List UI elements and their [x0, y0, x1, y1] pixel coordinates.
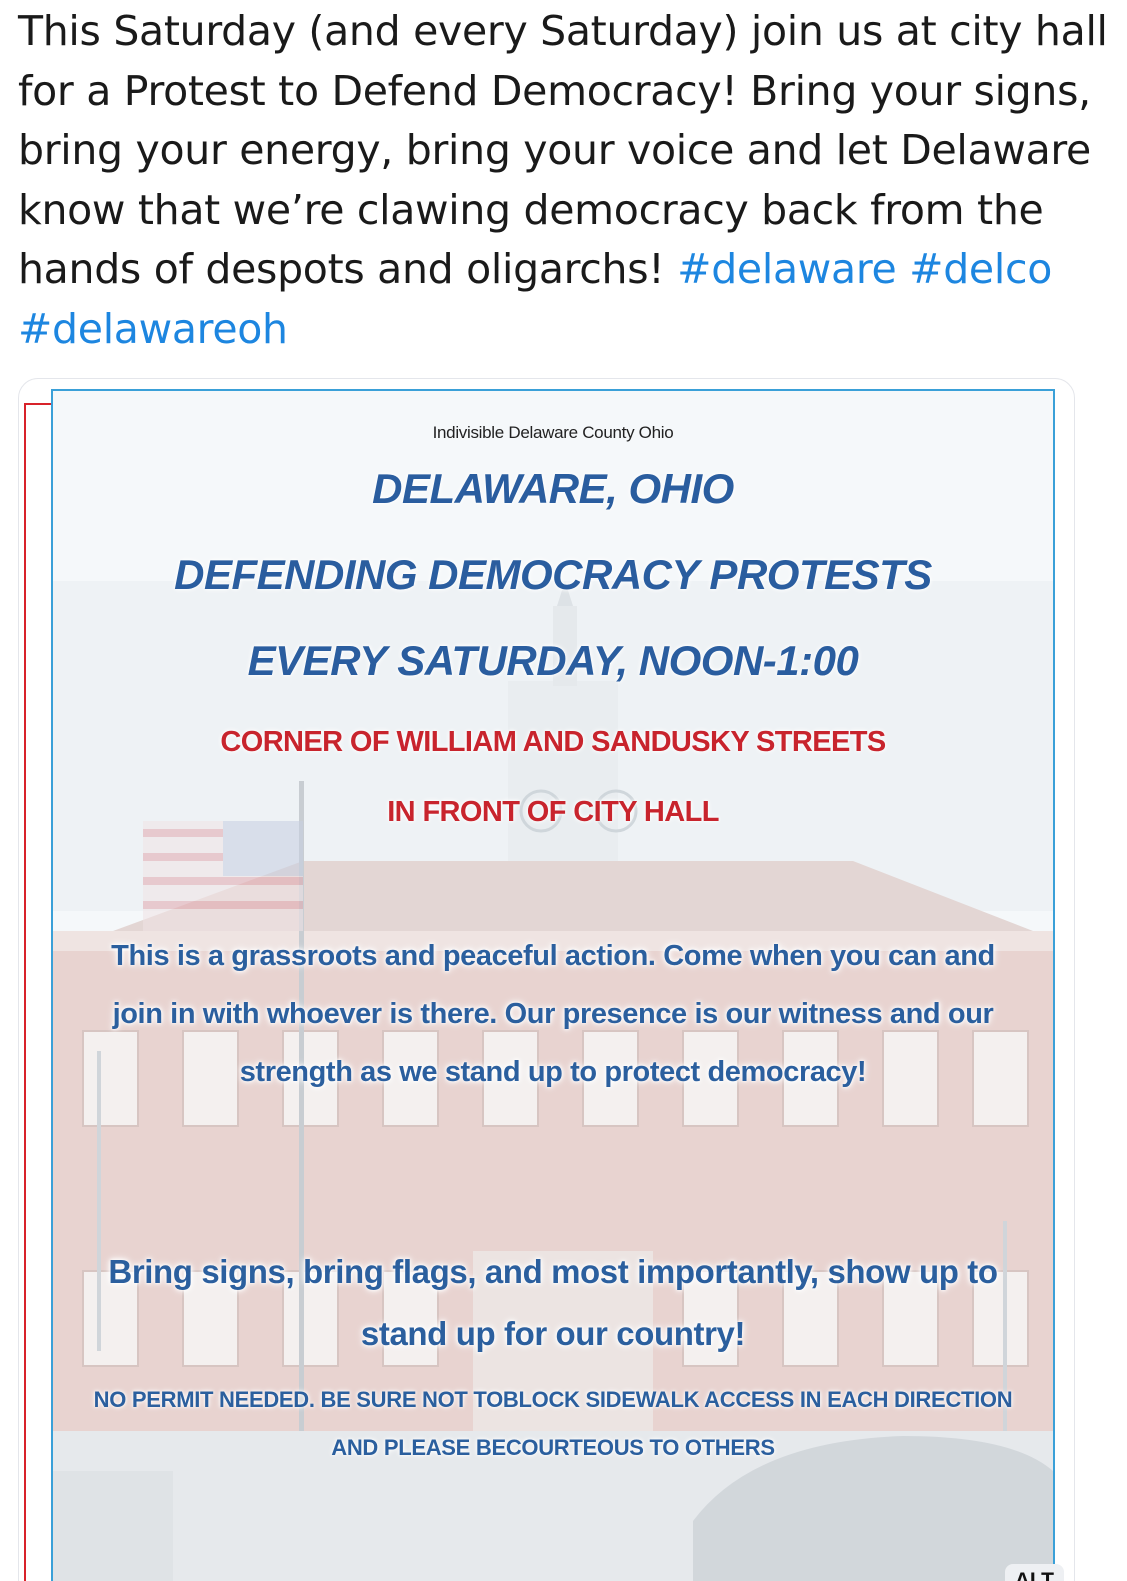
alt-text-button[interactable]: ALT	[1004, 1564, 1064, 1581]
media-attachment[interactable]: Indivisible Delaware County Ohio DELAWAR…	[18, 378, 1075, 1581]
flyer-red-frame	[24, 403, 54, 1581]
flyer-heading-schedule: EVERY SATURDAY, NOON-1:00	[247, 637, 859, 684]
hashtag-delawareoh[interactable]: #delawareoh	[18, 305, 288, 353]
hashtag-delco[interactable]: #delco	[909, 245, 1052, 293]
flyer-heading-event: DEFENDING DEMOCRACY PROTESTS	[174, 551, 932, 598]
flyer-permit-note: NO PERMIT NEEDED. BE SURE NOT TOBLOCK SI…	[93, 1387, 1013, 1460]
flyer-location-cityhall: IN FRONT OF CITY HALL	[387, 796, 719, 828]
hashtag-delaware[interactable]: #delaware	[677, 245, 897, 293]
flyer-location-corner: CORNER OF WILLIAM AND SANDUSKY STREETS	[220, 726, 886, 758]
post-text: This Saturday (and every Saturday) join …	[18, 2, 1108, 359]
flyer-call-to-action: Bring signs, bring flags, and most impor…	[108, 1253, 998, 1352]
flyer-description: This is a grassroots and peaceful action…	[111, 940, 995, 1088]
flyer-org-name: Indivisible Delaware County Ohio	[432, 423, 674, 442]
flyer-heading-location: DELAWARE, OHIO	[372, 465, 734, 512]
protest-flyer-image: Indivisible Delaware County Ohio DELAWAR…	[51, 389, 1055, 1581]
